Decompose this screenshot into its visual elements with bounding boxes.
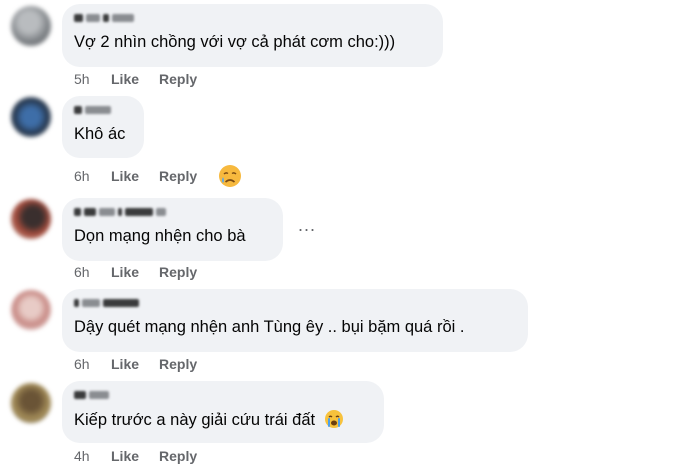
comment-bubble: Dậy quét mạng nhện anh Tùng êy .. bụi bặ… (62, 289, 528, 352)
comment-text: Vợ 2 nhìn chồng với vợ cả phát cơm cho:)… (74, 33, 396, 51)
comment-actions: 4h Like Reply (74, 448, 197, 464)
reply-button[interactable]: Reply (159, 168, 197, 184)
more-options-icon[interactable]: ... (298, 215, 316, 236)
comment-actions: 6h Like Reply (74, 356, 197, 372)
comment-actions: 6h Like Reply (74, 264, 197, 280)
reply-button[interactable]: Reply (159, 448, 197, 464)
avatar[interactable] (11, 290, 51, 330)
like-button[interactable]: Like (111, 264, 159, 280)
reply-button[interactable]: Reply (159, 356, 197, 372)
comment-time[interactable]: 5h (74, 71, 111, 87)
comment-bubble: Dọn mạng nhện cho bà (62, 198, 283, 261)
reply-button[interactable]: Reply (159, 264, 197, 280)
comment-time[interactable]: 4h (74, 448, 111, 464)
comment-actions: 6h Like Reply (74, 168, 197, 184)
comment-text: Dọn mạng nhện cho bà (74, 227, 246, 245)
like-button[interactable]: Like (111, 356, 159, 372)
comment-time[interactable]: 6h (74, 168, 111, 184)
like-button[interactable]: Like (111, 448, 159, 464)
comment-time[interactable]: 6h (74, 356, 111, 372)
comment-bubble: Vợ 2 nhìn chồng với vợ cả phát cơm cho:)… (62, 4, 443, 67)
crying-emoji-icon (324, 410, 343, 428)
commenter-name[interactable] (74, 297, 516, 308)
avatar[interactable] (11, 383, 51, 423)
reply-button[interactable]: Reply (159, 71, 197, 87)
comment-text: Dậy quét mạng nhện anh Tùng êy .. bụi bặ… (74, 318, 465, 336)
avatar[interactable] (11, 199, 51, 239)
commenter-name[interactable] (74, 104, 132, 115)
comment-bubble: Khô ác (62, 96, 144, 158)
comment-text: Khô ác (74, 125, 126, 143)
comment-text-content: Kiếp trước a này giải cứu trái đất (74, 411, 316, 429)
commenter-name[interactable] (74, 12, 431, 23)
like-button[interactable]: Like (111, 71, 159, 87)
comment-bubble: Kiếp trước a này giải cứu trái đất (62, 381, 384, 443)
commenter-name[interactable] (74, 206, 271, 217)
avatar[interactable] (11, 6, 51, 46)
like-button[interactable]: Like (111, 168, 159, 184)
avatar[interactable] (11, 97, 51, 137)
comment-text: Kiếp trước a này giải cứu trái đất (74, 409, 372, 430)
commenter-name[interactable] (74, 389, 372, 400)
comment-time[interactable]: 6h (74, 264, 111, 280)
sad-emoji-icon (219, 165, 241, 187)
comment-actions: 5h Like Reply (74, 71, 197, 87)
